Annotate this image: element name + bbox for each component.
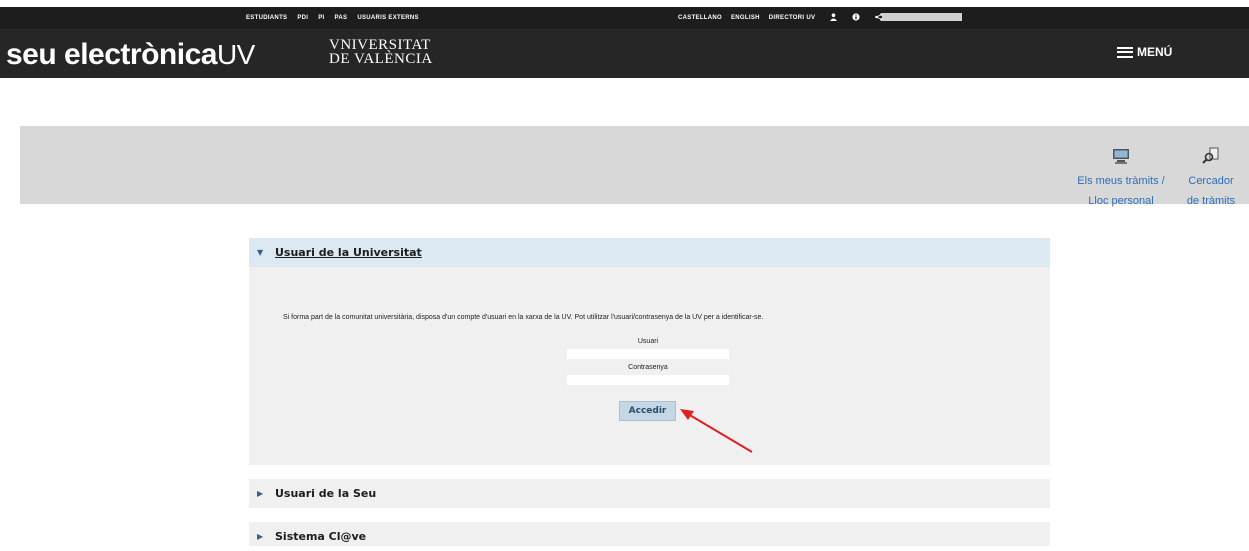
- caret-right-icon: ▶: [257, 489, 264, 498]
- computer-icon: [1069, 147, 1173, 171]
- utility-links: CASTELLANO ENGLISH DIRECTORI UV: [678, 7, 884, 29]
- seu-user-header[interactable]: ▶ Usuari de la Seu: [249, 479, 1050, 508]
- password-input[interactable]: [567, 375, 729, 385]
- procedure-search-link[interactable]: Cercador de tràmits: [1179, 147, 1243, 211]
- university-user-panel: ▼ Usuari de la Universitat Si forma part…: [249, 238, 1050, 465]
- link-estudiants[interactable]: ESTUDIANTS: [246, 15, 287, 21]
- tools-band: [20, 126, 1249, 204]
- link-english[interactable]: ENGLISH: [731, 15, 760, 21]
- link-usuaris-externs[interactable]: USUARIS EXTERNS: [357, 15, 419, 21]
- my-procedures-line2: Lloc personal: [1088, 195, 1154, 207]
- link-pas[interactable]: PAS: [335, 15, 348, 21]
- user-label: Usuari: [637, 338, 659, 345]
- search-line1: Cercador: [1188, 175, 1234, 187]
- logo-main-text: seu electrònica: [6, 38, 217, 71]
- password-label: Contrasenya: [628, 364, 668, 371]
- university-user-header[interactable]: ▼ Usuari de la Universitat: [249, 238, 1050, 267]
- link-castellano[interactable]: CASTELLANO: [678, 15, 722, 21]
- clave-header[interactable]: ▶ Sistema Cl@ve: [249, 522, 1050, 551]
- search-line2: de tràmits: [1186, 195, 1236, 207]
- my-procedures-link[interactable]: Els meus tràmits / Lloc personal: [1069, 147, 1173, 211]
- my-procedures-line1: Els meus tràmits /: [1077, 175, 1165, 187]
- user-icon[interactable]: [830, 13, 838, 23]
- audience-links: ESTUDIANTS PDI PI PAS USUARIS EXTERNS: [246, 7, 419, 29]
- user-input[interactable]: [567, 349, 729, 359]
- university-line2: DE VALÈNCIA: [329, 51, 433, 67]
- info-icon[interactable]: [852, 13, 860, 23]
- annotation-arrow-icon: [680, 409, 753, 453]
- menu-label: MENÚ: [1137, 45, 1173, 59]
- university-logo[interactable]: VNIVERSITAT DE VALÈNCIA: [329, 37, 433, 67]
- seu-user-title[interactable]: Usuari de la Seu: [275, 487, 376, 500]
- seu-electronica-logo[interactable]: seu electrònicaUV: [6, 38, 255, 72]
- university-user-title[interactable]: Usuari de la Universitat: [275, 246, 422, 259]
- clave-panel: ▶ Sistema Cl@ve: [249, 522, 1050, 546]
- link-pdi[interactable]: PDI: [297, 15, 308, 21]
- link-pi[interactable]: PI: [318, 15, 324, 21]
- clave-title[interactable]: Sistema Cl@ve: [275, 530, 366, 543]
- link-directori[interactable]: DIRECTORI UV: [769, 15, 816, 21]
- search-input[interactable]: [882, 13, 962, 21]
- top-utility-bar: [0, 7, 1249, 29]
- magnifier-document-icon: [1179, 147, 1243, 171]
- university-line1: VNIVERSITAT: [329, 37, 431, 53]
- login-intro-text: Si forma part de la comunitat università…: [283, 314, 764, 321]
- menu-button[interactable]: MENÚ: [1117, 45, 1172, 59]
- accedir-button[interactable]: Accedir: [619, 401, 676, 421]
- seu-user-panel: ▶ Usuari de la Seu: [249, 479, 1050, 508]
- logo-uv-text: UV: [216, 39, 255, 70]
- hamburger-icon: [1117, 46, 1133, 58]
- university-login-form: Si forma part de la comunitat università…: [249, 267, 1050, 465]
- caret-down-icon: ▼: [257, 248, 264, 257]
- caret-right-icon: ▶: [257, 532, 264, 541]
